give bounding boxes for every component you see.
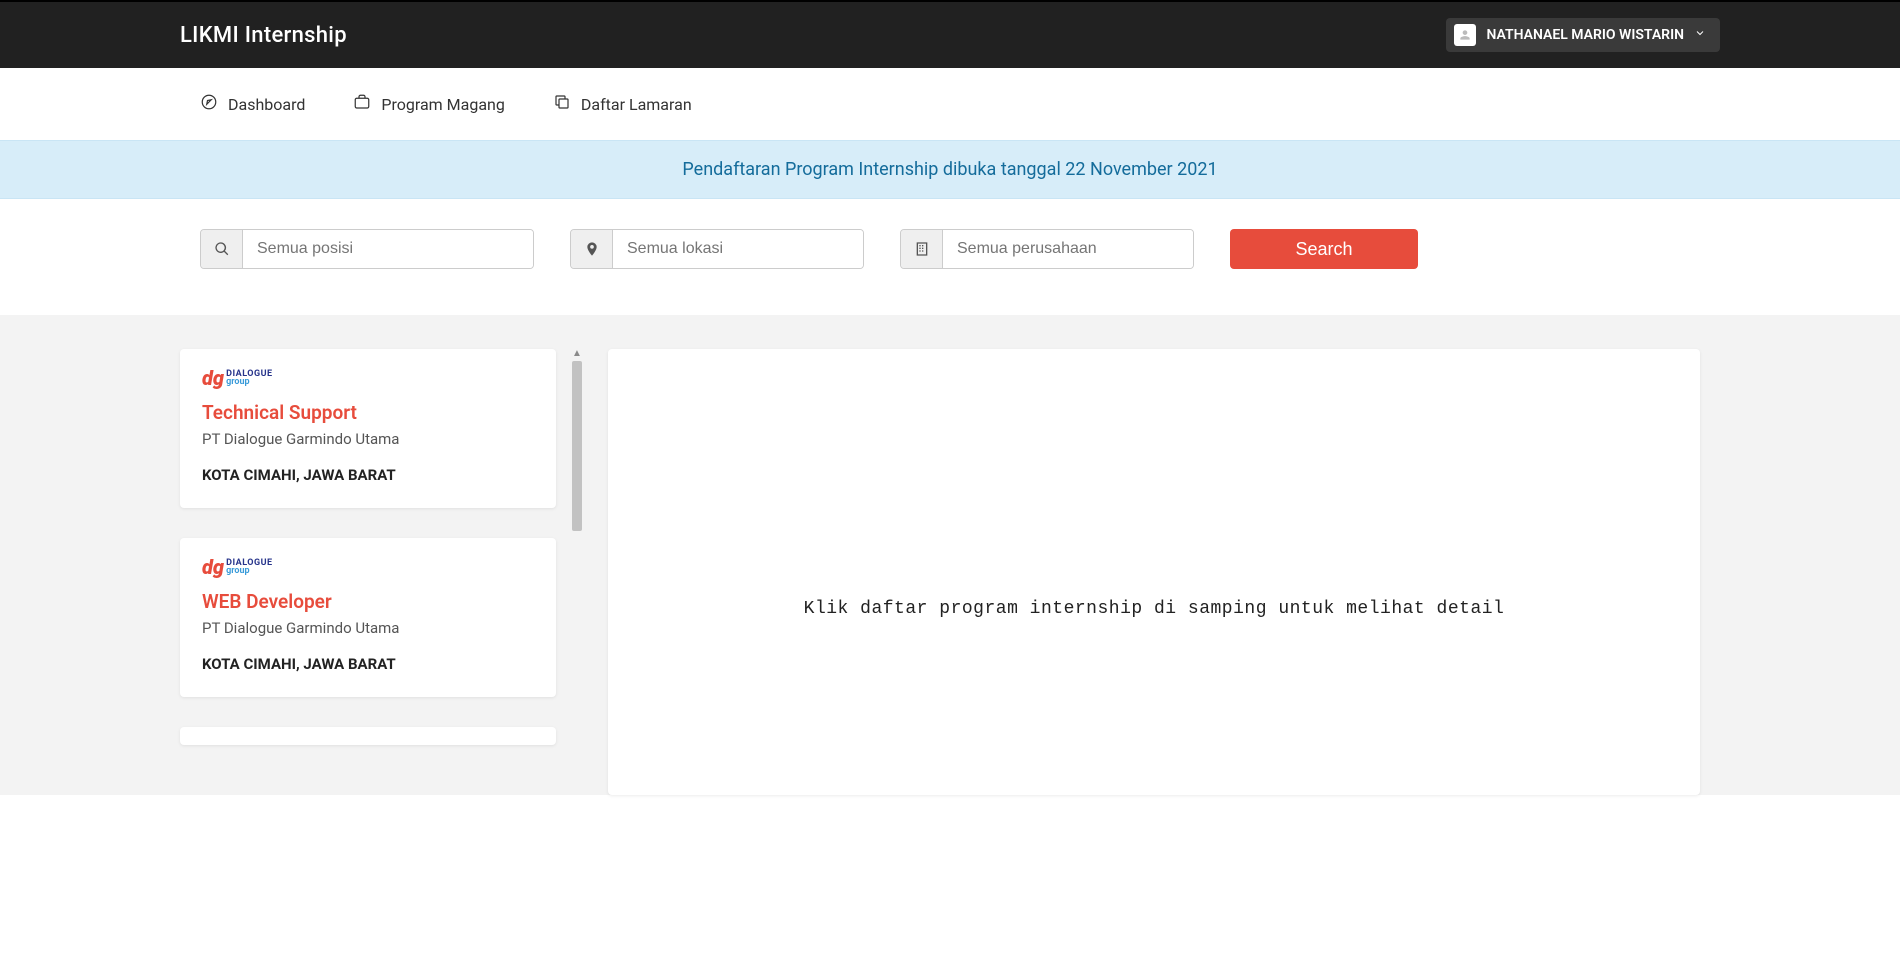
nav-dashboard[interactable]: Dashboard bbox=[200, 93, 305, 115]
listing-column: dg DIALOGUE group Technical Support PT D… bbox=[180, 349, 582, 795]
listing-card[interactable]: dg DIALOGUE group WEB Developer PT Dialo… bbox=[180, 538, 556, 697]
user-name: NATHANAEL MARIO WISTARIN bbox=[1486, 27, 1684, 43]
nav-lamaran-label: Daftar Lamaran bbox=[581, 95, 692, 114]
scrollbar[interactable]: ▲ bbox=[572, 349, 582, 769]
position-field-group bbox=[200, 229, 534, 269]
listing-company: PT Dialogue Garmindo Utama bbox=[202, 619, 534, 637]
info-banner: Pendaftaran Program Internship dibuka ta… bbox=[0, 140, 1900, 199]
nav-dashboard-label: Dashboard bbox=[228, 95, 305, 114]
listing-location: KOTA CIMAHI, JAWA BARAT bbox=[202, 466, 534, 484]
listing-title: Technical Support bbox=[202, 401, 534, 424]
listing-card-partial[interactable] bbox=[180, 727, 556, 745]
content-area: dg DIALOGUE group Technical Support PT D… bbox=[0, 315, 1900, 795]
search-button[interactable]: Search bbox=[1230, 229, 1418, 269]
nav-program-label: Program Magang bbox=[381, 95, 504, 114]
location-field-group bbox=[570, 229, 864, 269]
detail-placeholder-text: Klik daftar program internship di sampin… bbox=[804, 599, 1505, 795]
top-bar: LIKMI Internship NATHANAEL MARIO WISTARI… bbox=[0, 0, 1900, 68]
copy-icon bbox=[553, 93, 571, 115]
company-logo: dg DIALOGUE group bbox=[202, 558, 534, 576]
building-icon bbox=[901, 230, 943, 268]
chevron-down-icon bbox=[1694, 27, 1706, 43]
logo-mark: dg bbox=[202, 369, 224, 387]
briefcase-icon bbox=[353, 93, 371, 115]
location-pin-icon bbox=[571, 230, 613, 268]
logo-text: DIALOGUE group bbox=[226, 370, 273, 386]
logo-mark: dg bbox=[202, 558, 224, 576]
scroll-thumb[interactable] bbox=[572, 361, 582, 531]
main-nav: Dashboard Program Magang Daftar Lamaran bbox=[0, 68, 1900, 140]
user-menu[interactable]: NATHANAEL MARIO WISTARIN bbox=[1446, 18, 1720, 52]
logo-text: DIALOGUE group bbox=[226, 559, 273, 575]
listing-company: PT Dialogue Garmindo Utama bbox=[202, 430, 534, 448]
company-field-group bbox=[900, 229, 1194, 269]
company-input[interactable] bbox=[943, 230, 1193, 268]
search-bar: Search bbox=[0, 199, 1900, 315]
compass-icon bbox=[200, 93, 218, 115]
company-logo: dg DIALOGUE group bbox=[202, 369, 534, 387]
listing-card[interactable]: dg DIALOGUE group Technical Support PT D… bbox=[180, 349, 556, 508]
brand-title: LIKMI Internship bbox=[180, 23, 347, 48]
detail-panel: Klik daftar program internship di sampin… bbox=[608, 349, 1700, 795]
user-avatar-icon bbox=[1454, 24, 1476, 46]
listing-title: WEB Developer bbox=[202, 590, 534, 613]
nav-daftar-lamaran[interactable]: Daftar Lamaran bbox=[553, 93, 692, 115]
scroll-up-icon: ▲ bbox=[572, 349, 582, 359]
nav-program-magang[interactable]: Program Magang bbox=[353, 93, 504, 115]
location-input[interactable] bbox=[613, 230, 863, 268]
search-icon bbox=[201, 230, 243, 268]
listing-location: KOTA CIMAHI, JAWA BARAT bbox=[202, 655, 534, 673]
position-input[interactable] bbox=[243, 230, 533, 268]
